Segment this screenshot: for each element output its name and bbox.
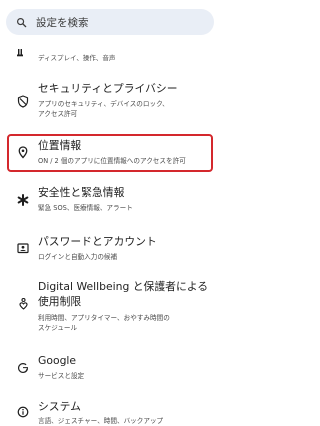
settings-item-subtitle-line2: アクセス許可 bbox=[38, 110, 78, 118]
settings-item-title: Google bbox=[38, 354, 77, 367]
settings-item-subtitle-line1: アプリのセキュリティ、デバイスのロック、 bbox=[38, 100, 169, 108]
settings-item-security[interactable]: セキュリティとプライバシー アプリのセキュリティ、デバイスのロック、 アクセス許… bbox=[0, 80, 220, 126]
settings-item-display[interactable]: ディスプレイ、操作、音声 bbox=[0, 38, 220, 62]
settings-item-title: セキュリティとプライバシー bbox=[38, 82, 178, 95]
settings-item-subtitle: ディスプレイ、操作、音声 bbox=[38, 54, 116, 62]
location-pin-icon bbox=[15, 144, 31, 160]
settings-item-subtitle-line2: スケジュール bbox=[38, 324, 78, 332]
display-icon bbox=[17, 49, 23, 57]
settings-item-subtitle: 緊急 SOS、医療情報、アラート bbox=[38, 204, 133, 212]
settings-item-title: 位置情報 bbox=[38, 139, 82, 152]
settings-item-digital-wellbeing[interactable]: Digital Wellbeing と保護者による 使用制限 利用時間、アプリタ… bbox=[0, 280, 220, 340]
settings-item-title: システム bbox=[38, 400, 81, 413]
password-icon bbox=[15, 240, 31, 256]
search-bar[interactable]: 設定を検索 bbox=[6, 9, 214, 35]
settings-item-location[interactable]: 位置情報 ON / 2 個のアプリに位置情報へのアクセスを許可 bbox=[0, 137, 220, 169]
search-icon bbox=[6, 17, 36, 28]
wellbeing-icon bbox=[15, 296, 31, 312]
settings-item-google[interactable]: Google サービスと設定 bbox=[0, 352, 220, 384]
google-icon bbox=[15, 360, 31, 376]
settings-item-subtitle: ログインと自動入力の候補 bbox=[38, 253, 118, 261]
settings-screen: 設定を検索 ディスプレイ、操作、音声 セキュリティとプライバシー アプリのセキュ… bbox=[0, 0, 220, 426]
shield-icon bbox=[15, 93, 31, 109]
settings-item-passwords[interactable]: パスワードとアカウント ログインと自動入力の候補 bbox=[0, 233, 220, 265]
info-icon bbox=[15, 404, 31, 420]
settings-item-system[interactable]: システム 言語、ジェスチャー、時間、バックアップ bbox=[0, 399, 220, 426]
settings-item-subtitle-line1: 利用時間、アプリタイマー、おやすみ時間の bbox=[38, 314, 170, 322]
settings-item-title: 安全性と緊急情報 bbox=[38, 186, 125, 199]
settings-item-safety[interactable]: 安全性と緊急情報 緊急 SOS、医療情報、アラート bbox=[0, 184, 220, 216]
search-placeholder: 設定を検索 bbox=[36, 16, 89, 29]
settings-item-subtitle: 言語、ジェスチャー、時間、バックアップ bbox=[38, 417, 164, 425]
settings-item-subtitle: サービスと設定 bbox=[38, 372, 85, 380]
settings-item-title-line1: Digital Wellbeing と保護者による bbox=[38, 280, 209, 293]
settings-item-title: パスワードとアカウント bbox=[38, 235, 157, 248]
settings-item-title-line2: 使用制限 bbox=[38, 295, 82, 308]
asterisk-icon bbox=[15, 192, 31, 208]
settings-item-subtitle: ON / 2 個のアプリに位置情報へのアクセスを許可 bbox=[38, 157, 186, 165]
